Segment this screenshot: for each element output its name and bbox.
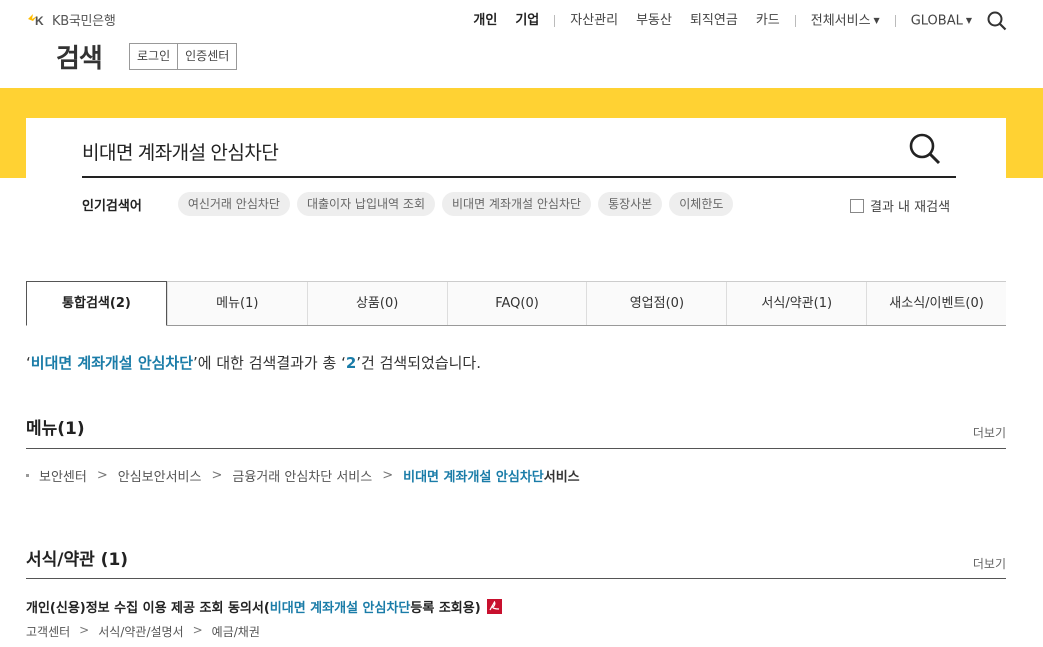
menu-result-item[interactable]: 보안센터 > 안심보안서비스 > 금융거래 안심차단 서비스 > 비대면 계좌개…: [26, 466, 580, 485]
nav-divider: [894, 15, 896, 27]
cert-center-button[interactable]: 인증센터: [177, 44, 237, 69]
crumb-separator: >: [382, 468, 394, 483]
menu-more-link[interactable]: 더보기: [973, 424, 1006, 441]
kb-logo[interactable]: K KB국민은행: [26, 10, 116, 29]
research-label: 결과 내 재검색: [870, 200, 951, 215]
section-divider: [26, 448, 1006, 449]
nav-personal[interactable]: 개인: [464, 11, 506, 31]
tab-branches[interactable]: 영업점(0): [586, 282, 727, 325]
tab-forms[interactable]: 서식/약관(1): [726, 282, 867, 325]
path-separator: >: [79, 623, 90, 637]
nav-global[interactable]: GLOBAL ▼: [902, 11, 981, 32]
util-buttons: 로그인 인증센터: [129, 43, 238, 70]
nav-asset[interactable]: 자산관리: [561, 11, 627, 31]
pdf-icon[interactable]: [486, 599, 502, 614]
section-divider: [26, 578, 1006, 579]
crumb-highlight: 비대면 계좌개설 안심차단: [403, 470, 544, 485]
popular-tag[interactable]: 통장사본: [598, 192, 663, 216]
nav-divider: [554, 15, 556, 27]
crumb-item: 안심보안서비스: [117, 470, 202, 485]
research-option[interactable]: 결과 내 재검색: [850, 196, 950, 215]
search-input[interactable]: [82, 129, 882, 173]
summary-count: 2: [345, 354, 357, 372]
result-summary: ‘비대면 계좌개설 안심차단’에 대한 검색결과가 총 ‘2’건 검색되었습니다…: [26, 352, 481, 373]
tab-faq[interactable]: FAQ(0): [446, 282, 587, 325]
search-icon[interactable]: [987, 11, 1007, 31]
crumb-item: 보안센터: [39, 470, 87, 485]
bullet-icon: [26, 474, 29, 477]
logo-text: KB국민은행: [52, 14, 116, 29]
popular-tag[interactable]: 이체한도: [669, 192, 734, 216]
popular-tag[interactable]: 비대면 계좌개설 안심차단: [441, 192, 592, 216]
nav-business[interactable]: 기업: [506, 11, 548, 31]
summary-keyword: 비대면 계좌개설 안심차단: [30, 354, 194, 372]
nav-all-services-label: 전체서비스: [810, 13, 871, 29]
login-button[interactable]: 로그인: [130, 44, 178, 69]
form-result-path: 고객센터 > 서식/약관/설명서 > 예금/채권: [26, 623, 260, 640]
tab-products[interactable]: 상품(0): [306, 282, 447, 325]
svg-text:K: K: [35, 14, 44, 27]
research-checkbox[interactable]: [850, 198, 864, 213]
popular-tag[interactable]: 대출이자 납입내역 조회: [296, 192, 435, 216]
page-title: 검색: [56, 44, 103, 74]
nav-divider: [794, 15, 796, 27]
summary-mid: ’에 대한 검색결과가 총 ‘: [193, 354, 346, 372]
crumb-tail: 서비스: [543, 470, 580, 485]
result-tabs: 통합검색(2) 메뉴(1) 상품(0) FAQ(0) 영업점(0) 서식/약관(…: [26, 281, 1007, 326]
nav-card[interactable]: 카드: [747, 11, 789, 31]
popular-keywords: 인기검색어 여신거래 안심차단 대출이자 납입내역 조회 비대면 계좌개설 안심…: [82, 192, 740, 216]
global-nav: 개인 기업 자산관리 부동산 퇴직연금 카드 전체서비스 ▼ GLOBAL ▼: [464, 10, 1007, 32]
caret-down-icon: ▼: [873, 15, 880, 25]
path-separator: >: [192, 623, 203, 637]
summary-end: ’건 검색되었습니다.: [356, 354, 481, 372]
popular-label: 인기검색어: [82, 198, 142, 214]
kb-star-icon: K: [26, 11, 48, 29]
tab-all[interactable]: 통합검색(2): [26, 281, 167, 326]
tab-news[interactable]: 새소식/이벤트(0): [866, 282, 1007, 325]
nav-realestate[interactable]: 부동산: [627, 11, 681, 31]
caret-down-icon: ▼: [965, 15, 972, 25]
path-item: 고객센터: [26, 625, 71, 639]
path-item: 서식/약관/설명서: [98, 625, 184, 639]
form-title-highlight: 비대면 계좌개설 안심차단: [269, 601, 411, 616]
crumb-separator: >: [96, 468, 108, 483]
form-result-title[interactable]: 개인(신용)정보 수집 이용 제공 조회 동의서(비대면 계좌개설 안심차단 등…: [26, 597, 502, 616]
form-title-post: 등록 조회용): [410, 601, 481, 616]
form-more-link[interactable]: 더보기: [973, 555, 1006, 572]
popular-tag[interactable]: 여신거래 안심차단: [177, 192, 290, 216]
crumb-separator: >: [211, 468, 223, 483]
tab-menu[interactable]: 메뉴(1): [166, 282, 307, 325]
path-item: 예금/채권: [211, 625, 260, 639]
form-section-title: 서식/약관 (1): [26, 550, 129, 570]
search-field: [82, 129, 956, 178]
nav-global-label: GLOBAL: [910, 13, 963, 29]
crumb-item: 금융거래 안심차단 서비스: [232, 470, 373, 485]
nav-pension[interactable]: 퇴직연금: [681, 11, 747, 31]
search-submit-icon[interactable]: [908, 132, 942, 166]
nav-all-services[interactable]: 전체서비스 ▼: [802, 11, 889, 32]
form-title-pre: 개인(신용)정보 수집 이용 제공 조회 동의서(: [26, 601, 270, 616]
menu-section-title: 메뉴(1): [26, 419, 85, 439]
